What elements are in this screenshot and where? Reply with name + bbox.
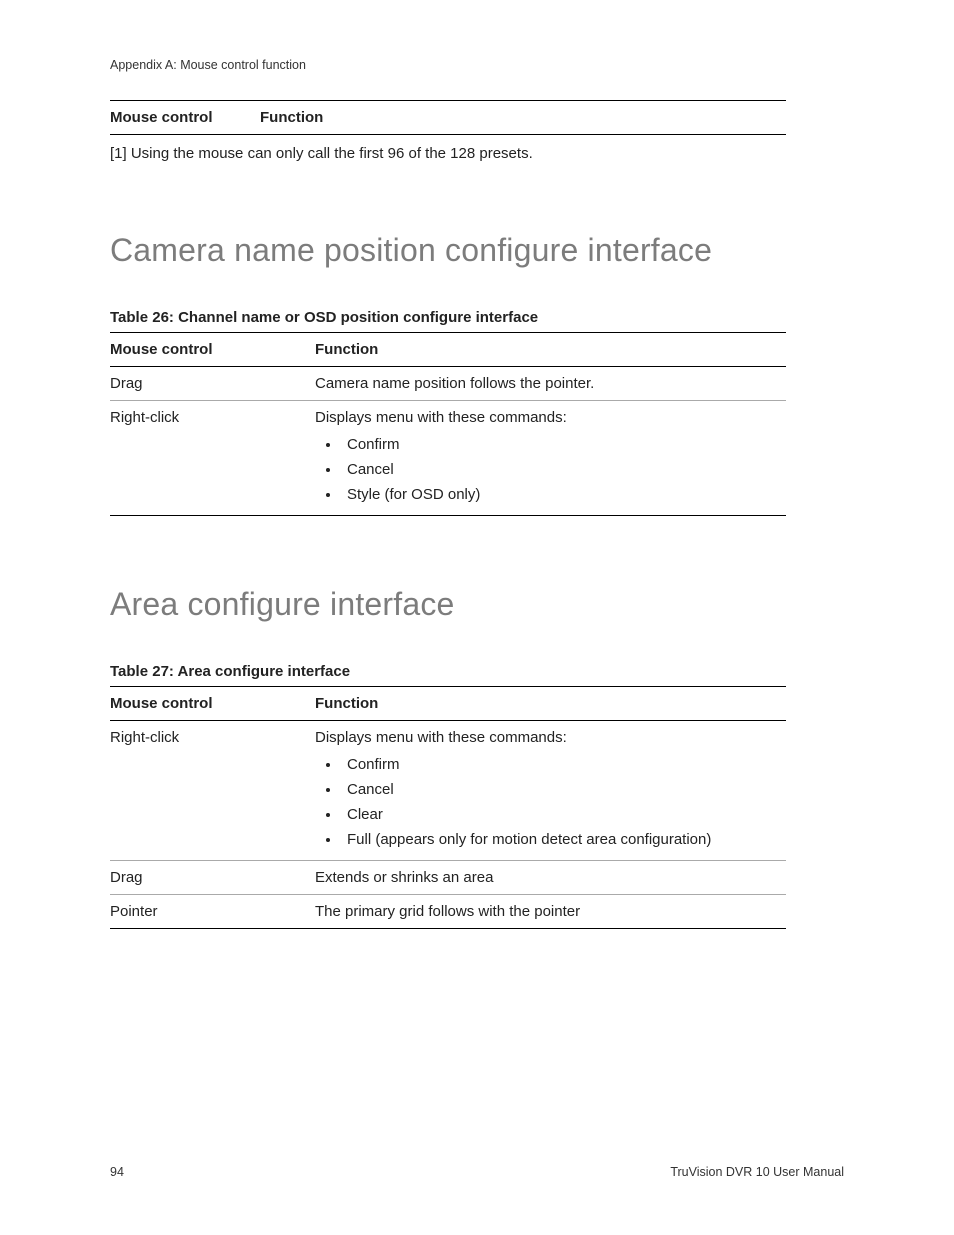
cell-function: The primary grid follows with the pointe… [315,895,786,929]
list-item: Cancel [341,777,786,802]
top-col-mouse-control: Mouse control [110,109,260,126]
command-list: ConfirmCancelStyle (for OSD only) [315,432,786,507]
list-item: Full (appears only for motion detect are… [341,827,786,852]
table-row: Right-clickDisplays menu with these comm… [110,721,786,861]
function-text: The primary grid follows with the pointe… [315,903,580,920]
table-row: Right-clickDisplays menu with these comm… [110,401,786,516]
table-row: DragCamera name position follows the poi… [110,367,786,401]
section-title-camera-name: Camera name position configure interface [110,232,844,269]
cell-mouse-control: Drag [110,367,315,401]
top-header-row: Mouse control Function [110,100,786,135]
table-26-header-fn: Function [315,333,786,367]
cell-function: Extends or shrinks an area [315,861,786,895]
cell-function: Displays menu with these commands: Confir… [315,721,786,861]
table-row: PointerThe primary grid follows with the… [110,895,786,929]
table-row: DragExtends or shrinks an area [110,861,786,895]
cell-function: Displays menu with these commands: Confir… [315,401,786,516]
cell-mouse-control: Right-click [110,721,315,861]
command-list: ConfirmCancelClearFull (appears only for… [315,752,786,852]
appendix-header: Appendix A: Mouse control function [110,58,844,72]
function-text: Displays menu with these commands: [315,409,567,426]
top-col-function: Function [260,109,323,126]
table-27-header-fn: Function [315,687,786,721]
cell-mouse-control: Drag [110,861,315,895]
list-item: Cancel [341,457,786,482]
list-item: Confirm [341,432,786,457]
table-27-header-mc: Mouse control [110,687,315,721]
table-26-header-mc: Mouse control [110,333,315,367]
list-item: Confirm [341,752,786,777]
table-26: Mouse control Function DragCamera name p… [110,332,786,516]
page-footer: 94 TruVision DVR 10 User Manual [110,1165,844,1179]
table-27: Mouse control Function Right-clickDispla… [110,686,786,929]
function-text: Extends or shrinks an area [315,869,493,886]
function-text: Camera name position follows the pointer… [315,375,594,392]
preset-footnote: [1] Using the mouse can only call the fi… [110,145,844,162]
table-27-caption: Table 27: Area configure interface [110,663,844,680]
list-item: Clear [341,802,786,827]
page-number: 94 [110,1165,124,1179]
cell-mouse-control: Pointer [110,895,315,929]
cell-function: Camera name position follows the pointer… [315,367,786,401]
cell-mouse-control: Right-click [110,401,315,516]
list-item: Style (for OSD only) [341,482,786,507]
function-text: Displays menu with these commands: [315,729,567,746]
manual-title: TruVision DVR 10 User Manual [670,1165,844,1179]
table-26-caption: Table 26: Channel name or OSD position c… [110,309,844,326]
section-title-area-configure: Area configure interface [110,586,844,623]
